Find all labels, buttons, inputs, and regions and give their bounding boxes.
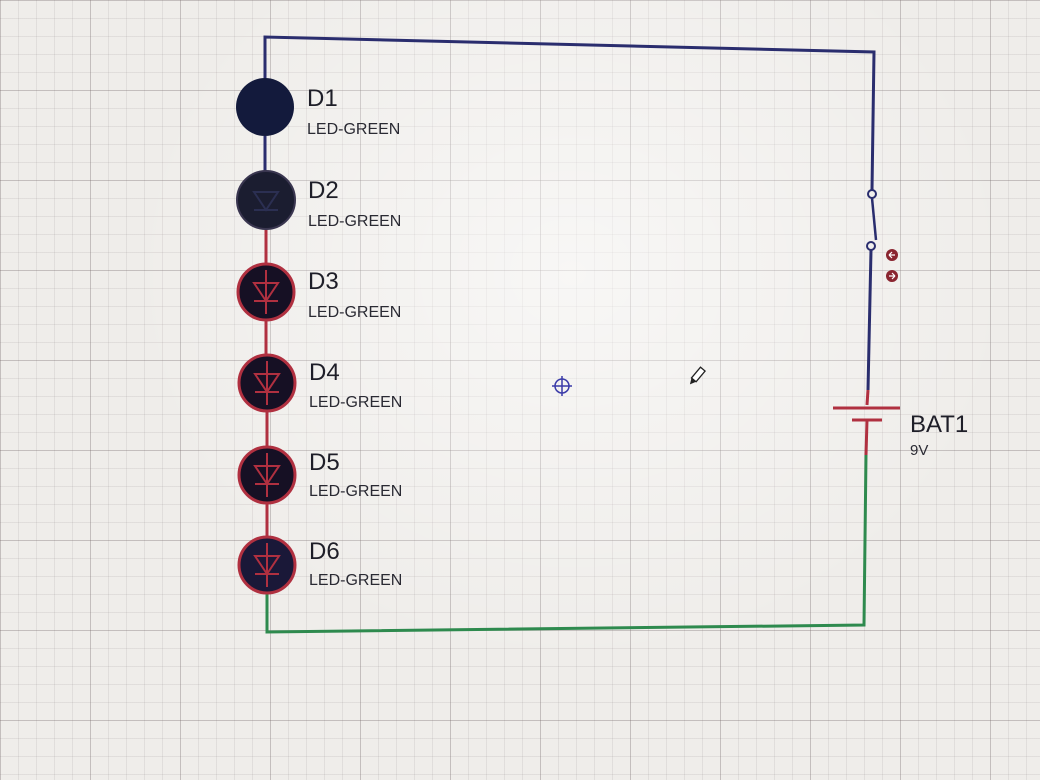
led-d6[interactable] (237, 535, 297, 595)
led-d1-value: LED-GREEN (307, 121, 400, 138)
led-d6-value: LED-GREEN (309, 572, 402, 589)
led-d3-value: LED-GREEN (308, 304, 401, 321)
led-d4-value: LED-GREEN (309, 394, 402, 411)
wire-bottom[interactable] (265, 454, 868, 634)
led-d4-ref: D4 (309, 359, 340, 386)
led-d2[interactable] (236, 170, 296, 230)
led-d6-ref: D6 (309, 538, 340, 565)
schematic-canvas[interactable]: BAT1 9V D1 LED-GREEN D2 LED-GREEN D3 LED… (0, 0, 1040, 780)
led-d3-ref: D3 (308, 268, 339, 295)
battery-value-label: 9V (910, 442, 928, 459)
battery-ref-label: BAT1 (910, 411, 968, 438)
led-d1[interactable] (236, 78, 294, 136)
led-d2-ref: D2 (308, 177, 339, 204)
led-d3[interactable] (236, 262, 296, 322)
wire-top[interactable] (263, 35, 876, 191)
led-d5-value: LED-GREEN (309, 483, 402, 500)
led-d4[interactable] (237, 353, 297, 413)
led-d1-ref: D1 (307, 85, 338, 112)
crosshair-cursor-icon (552, 376, 572, 396)
led-d5[interactable] (237, 445, 297, 505)
wire-switch-to-battery[interactable] (866, 249, 873, 391)
led-d5-ref: D5 (309, 449, 340, 476)
pencil-icon (689, 366, 706, 385)
battery-bat1[interactable] (833, 406, 900, 456)
schematic-svg[interactable]: BAT1 9V D1 LED-GREEN D2 LED-GREEN D3 LED… (0, 0, 1040, 780)
led-d2-value: LED-GREEN (308, 213, 401, 230)
